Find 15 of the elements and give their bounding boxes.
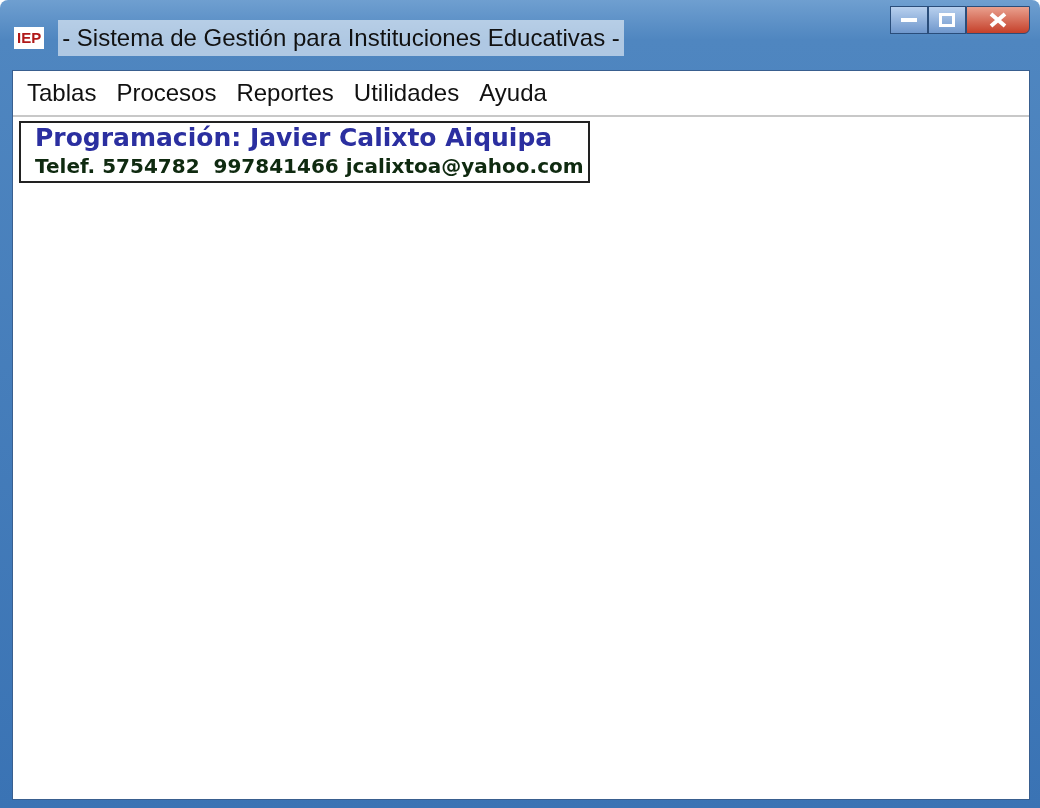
- maximize-icon: [939, 13, 955, 27]
- author-text: Programación: Javier Calixto Aiquipa: [35, 123, 554, 153]
- menu-item[interactable]: Tablas: [19, 75, 105, 111]
- menu-item[interactable]: Ayuda: [471, 75, 555, 111]
- maximize-button[interactable]: [928, 6, 966, 34]
- app-icon: IEP: [14, 26, 45, 50]
- menu-item[interactable]: Utilidades: [345, 75, 468, 111]
- contact-text: Telef. 5754782 997841466 jcalixtoa@yahoo.com: [35, 153, 584, 179]
- close-icon: [989, 12, 1007, 28]
- menu-item[interactable]: Procesos: [108, 75, 225, 111]
- minimize-icon: [901, 17, 917, 23]
- window-title: - Sistema de Gestión para Instituciones Educativas -: [58, 20, 624, 56]
- close-button[interactable]: [966, 6, 1030, 34]
- minimize-button[interactable]: [890, 6, 928, 34]
- menu-item[interactable]: Reportes: [228, 75, 342, 111]
